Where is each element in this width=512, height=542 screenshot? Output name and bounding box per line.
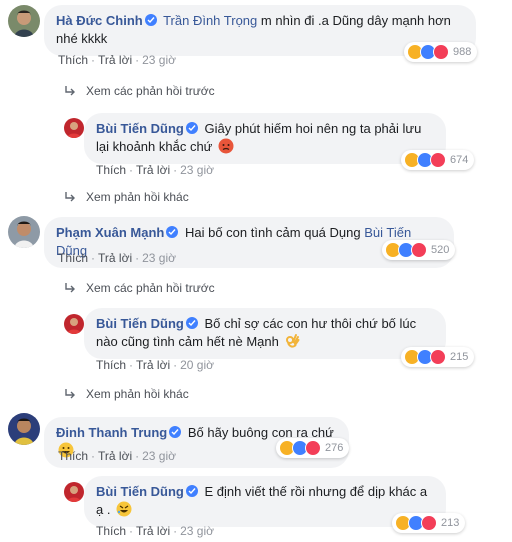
- like-link[interactable]: Thích: [96, 358, 126, 372]
- comment-time[interactable]: 20 giờ: [180, 358, 214, 372]
- view-more-label: Xem phản hồi khác: [86, 387, 189, 401]
- verified-badge-icon: [185, 485, 198, 497]
- view-previous-replies-link[interactable]: Xem các phản hồi trước: [64, 84, 215, 98]
- avatar[interactable]: [8, 413, 40, 445]
- avatar[interactable]: [8, 5, 40, 37]
- verified-badge-icon: [169, 426, 182, 438]
- view-more-replies-link[interactable]: Xem phản hồi khác: [64, 190, 189, 204]
- reply-link[interactable]: Trả lời: [98, 53, 132, 67]
- reply-link[interactable]: Trả lời: [98, 251, 132, 265]
- love-reaction-icon: [411, 242, 427, 258]
- verified-badge-icon: [185, 317, 198, 329]
- comment-actions: Thích · Trả lời · 23 giờ: [58, 53, 176, 67]
- reply-link[interactable]: Trả lời: [136, 358, 170, 372]
- reply-link[interactable]: Trả lời: [98, 449, 132, 463]
- love-reaction-icon: [430, 349, 446, 365]
- reaction-count: 674: [450, 154, 469, 166]
- comment-actions: Thích · Trả lời · 23 giờ: [58, 251, 176, 265]
- reply-arrow-icon: [65, 192, 75, 202]
- comment-actions: Thích · Trả lời · 23 giờ: [58, 449, 176, 463]
- love-reaction-icon: [430, 152, 446, 168]
- like-link[interactable]: Thích: [58, 53, 88, 67]
- avatar[interactable]: [64, 482, 84, 502]
- reaction-summary[interactable]: 520: [382, 240, 456, 260]
- comment-author[interactable]: Phạm Xuân Mạnh: [56, 225, 164, 240]
- comment-bubble: Bùi Tiến Dũng Giây phút hiếm hoi nên ng …: [84, 113, 446, 164]
- view-previous-replies-link[interactable]: Xem các phản hồi trước: [64, 281, 215, 295]
- angry-face-emoji-icon: [218, 138, 234, 154]
- comment-time[interactable]: 23 giờ: [142, 251, 176, 265]
- like-link[interactable]: Thích: [58, 251, 88, 265]
- comment-time[interactable]: 23 giờ: [180, 524, 214, 538]
- rolling-laughing-emoji-icon: [116, 501, 132, 517]
- like-link[interactable]: Thích: [58, 449, 88, 463]
- reaction-count: 213: [441, 517, 460, 529]
- comment-author[interactable]: Đinh Thanh Trung: [56, 425, 167, 440]
- reaction-count: 276: [325, 442, 344, 454]
- comment-mention[interactable]: Trần Đình Trọng: [163, 13, 257, 28]
- reaction-summary[interactable]: 674: [401, 150, 475, 170]
- view-more-label: Xem các phản hồi trước: [86, 84, 215, 98]
- view-more-replies-link[interactable]: Xem phản hồi khác: [64, 387, 189, 401]
- reaction-count: 215: [450, 351, 469, 363]
- like-link[interactable]: Thích: [96, 163, 126, 177]
- reaction-summary[interactable]: 213: [392, 513, 466, 533]
- comment-bubble: Bùi Tiến Dũng Bố chỉ sợ các con hư thôi …: [84, 308, 446, 359]
- comment-author[interactable]: Bùi Tiến Dũng: [96, 316, 184, 331]
- comment-time[interactable]: 23 giờ: [180, 163, 214, 177]
- view-more-label: Xem các phản hồi trước: [86, 281, 215, 295]
- reaction-summary[interactable]: 276: [276, 438, 350, 458]
- reaction-summary[interactable]: 988: [404, 42, 478, 62]
- comment-text: Hai bố con tình cảm quá Dụng: [184, 225, 361, 240]
- reply-link[interactable]: Trả lời: [136, 163, 170, 177]
- love-reaction-icon: [421, 515, 437, 531]
- comment-time[interactable]: 23 giờ: [142, 449, 176, 463]
- comment-actions: Thích · Trả lời · 20 giờ: [96, 358, 214, 372]
- verified-badge-icon: [144, 14, 157, 26]
- like-link[interactable]: Thích: [96, 524, 126, 538]
- comment-actions: Thích · Trả lời · 23 giờ: [96, 163, 214, 177]
- reaction-count: 988: [453, 46, 472, 58]
- comment-author[interactable]: Bùi Tiến Dũng: [96, 484, 184, 499]
- reaction-summary[interactable]: 215: [401, 347, 475, 367]
- avatar[interactable]: [64, 118, 84, 138]
- avatar[interactable]: [8, 216, 40, 248]
- reply-arrow-icon: [65, 86, 75, 96]
- ok-hand-emoji-icon: [286, 334, 300, 348]
- view-more-label: Xem phản hồi khác: [86, 190, 189, 204]
- verified-badge-icon: [185, 122, 198, 134]
- comment-author[interactable]: Hà Đức Chinh: [56, 13, 143, 28]
- comment-time[interactable]: 23 giờ: [142, 53, 176, 67]
- love-reaction-icon: [433, 44, 449, 60]
- reply-arrow-icon: [65, 389, 75, 399]
- verified-badge-icon: [166, 226, 179, 238]
- avatar[interactable]: [64, 314, 84, 334]
- reaction-count: 520: [431, 244, 450, 256]
- love-reaction-icon: [305, 440, 321, 456]
- comment-actions: Thích · Trả lời · 23 giờ: [96, 524, 214, 538]
- comment-author[interactable]: Bùi Tiến Dũng: [96, 121, 184, 136]
- reply-arrow-icon: [65, 283, 75, 293]
- reply-link[interactable]: Trả lời: [136, 524, 170, 538]
